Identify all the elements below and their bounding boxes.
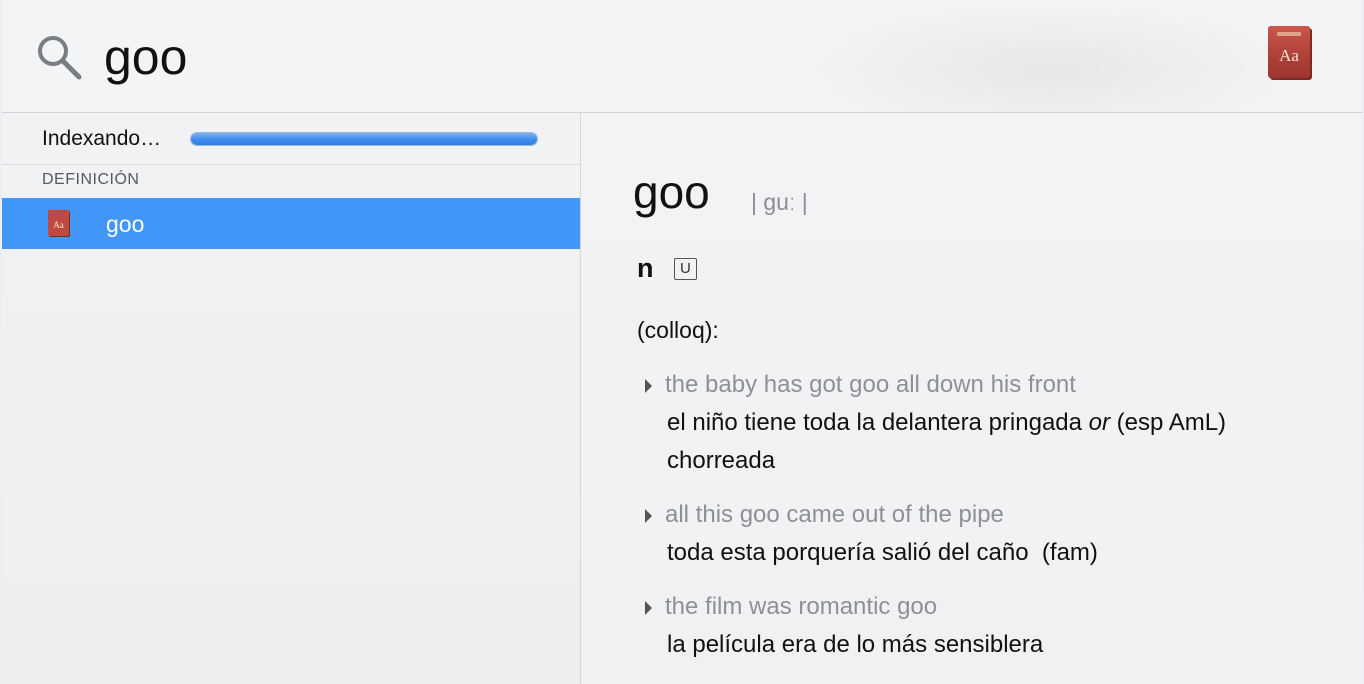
example-translation: el niño tiene toda la delantera pringada… — [667, 409, 1227, 474]
part-of-speech-row: n U — [637, 253, 697, 284]
svg-text:Aa: Aa — [53, 220, 64, 230]
indexing-progress-fill — [191, 133, 537, 145]
indexing-label: Indexando… — [42, 127, 162, 150]
example-translation: toda esta porquería salió del caño (fam) — [667, 539, 1098, 566]
example-english[interactable]: the film was romantic goo — [645, 588, 1265, 626]
search-icon — [38, 36, 82, 80]
spotlight-window: goo Aa Indexando… DEFINICIÓN Aa goo goo … — [2, 0, 1362, 684]
example-english[interactable]: all this goo came out of the pipe — [645, 496, 1265, 534]
example-3: the film was romantic goo la película er… — [645, 588, 1265, 664]
disclosure-triangle-icon[interactable] — [645, 509, 652, 523]
section-header-definition: DEFINICIÓN — [42, 171, 140, 188]
dictionary-icon: Aa — [48, 210, 70, 237]
results-sidebar: Indexando… DEFINICIÓN Aa goo — [2, 113, 581, 684]
search-input[interactable]: goo — [104, 22, 187, 92]
dictionary-app-icon[interactable]: Aa — [1264, 24, 1316, 84]
result-label: goo — [106, 211, 145, 237]
pronunciation: | guː | — [751, 189, 808, 215]
example-2: all this goo came out of the pipe toda e… — [645, 496, 1265, 572]
example-translation: la película era de lo más sensiblera — [667, 631, 1044, 658]
uncountable-badge: U — [673, 258, 697, 280]
disclosure-triangle-icon[interactable] — [645, 379, 652, 393]
headword: goo — [633, 166, 710, 218]
example-english[interactable]: the baby has got goo all down his front — [645, 366, 1265, 404]
result-item-goo[interactable]: Aa goo — [2, 198, 580, 249]
search-bar: goo Aa — [2, 0, 1362, 113]
example-1: the baby has got goo all down his front … — [645, 366, 1265, 480]
svg-text:Aa: Aa — [1279, 46, 1299, 65]
disclosure-triangle-icon[interactable] — [645, 601, 652, 615]
definition-panel: goo | guː | n U (colloq): the baby has g… — [581, 113, 1362, 684]
indexing-progress-bar — [190, 132, 538, 146]
indexing-status: Indexando… — [2, 113, 580, 165]
part-of-speech: n — [637, 253, 654, 283]
register-label: (colloq): — [637, 317, 719, 343]
